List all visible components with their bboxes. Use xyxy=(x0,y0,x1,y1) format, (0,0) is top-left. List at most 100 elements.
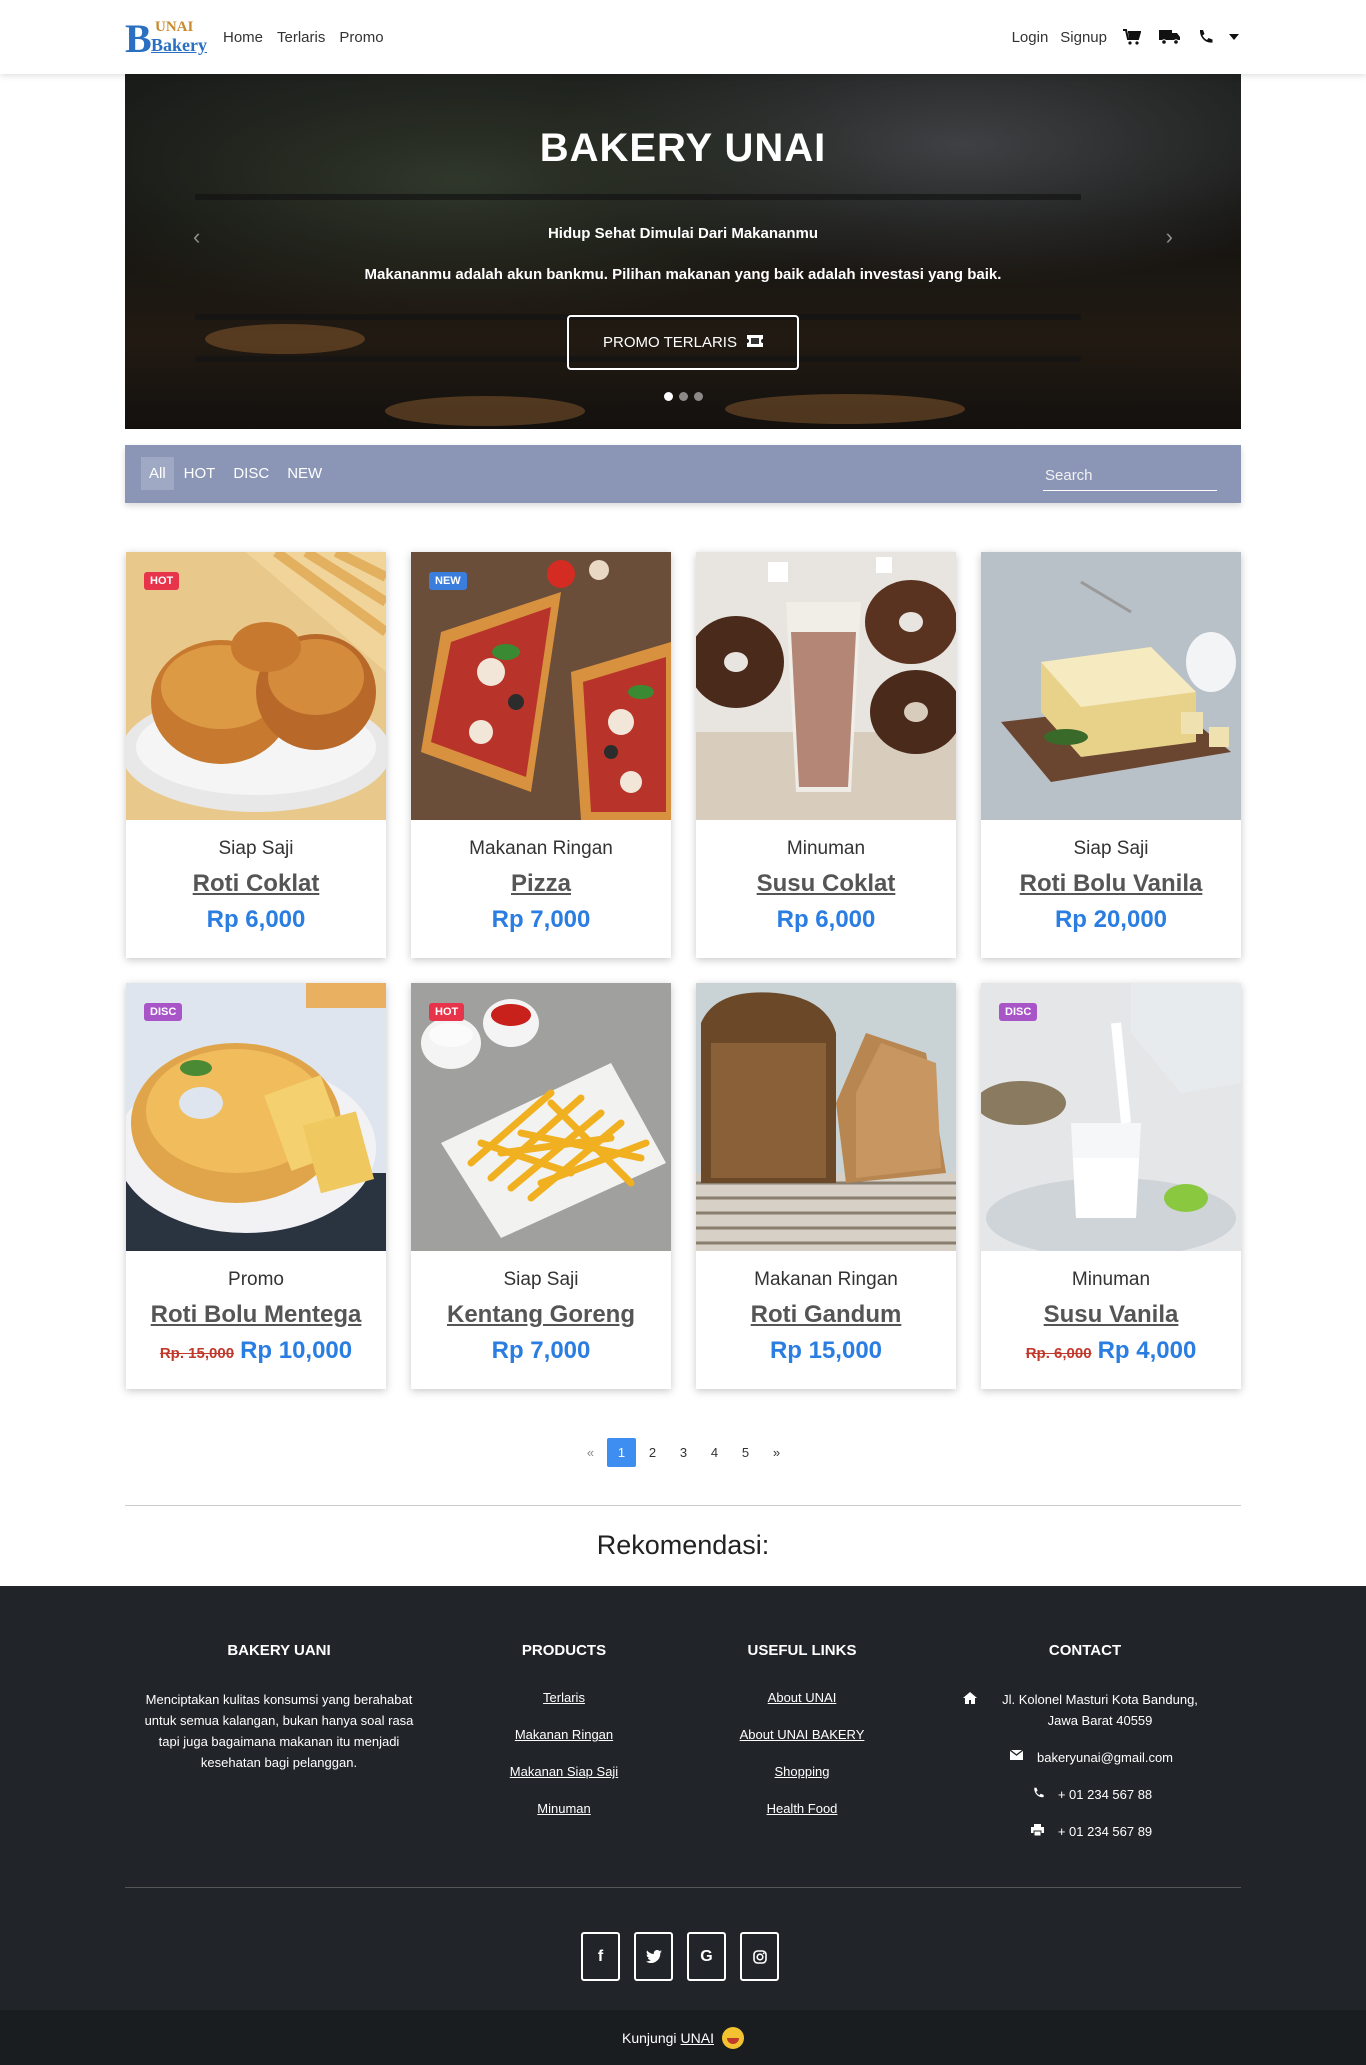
product-card[interactable]: HOT Siap Saji Kentang Goreng Rp 7,000 xyxy=(411,983,671,1389)
filter-tab-hot[interactable]: HOT xyxy=(176,457,224,490)
nav-link-promo[interactable]: Promo xyxy=(339,29,383,46)
carousel-next-arrow[interactable]: › xyxy=(1166,224,1173,250)
hero-subtitle: Hidup Sehat Dimulai Dari Makananmu xyxy=(547,225,819,242)
login-link[interactable]: Login xyxy=(1012,29,1049,46)
pagination-page[interactable]: 5 xyxy=(731,1438,760,1467)
cart-icon[interactable] xyxy=(1119,27,1145,47)
product-image-vanilla-milk xyxy=(981,983,1241,1251)
pagination-page[interactable]: 4 xyxy=(700,1438,729,1467)
product-name-link[interactable]: Kentang Goreng xyxy=(411,1301,671,1329)
footer-link-makanan-ringan[interactable]: Makanan Ringan xyxy=(484,1726,644,1743)
brand-logo[interactable]: B UNAI Bakery xyxy=(125,15,207,61)
product-card[interactable]: DISC Promo Roti Bolu Mentega Rp. 15,000 R… xyxy=(126,983,386,1389)
promo-terlaris-button[interactable]: PROMO TERLARIS xyxy=(567,315,799,370)
product-image-vanilla-cake xyxy=(981,552,1241,820)
pagination-prev[interactable]: « xyxy=(576,1438,605,1467)
contact-address-text: Jl. Kolonel Masturi Kota Bandung, Jawa B… xyxy=(1002,1692,1198,1728)
carousel-indicators xyxy=(125,392,1241,401)
footer-link-about-unai[interactable]: About UNAI xyxy=(712,1689,892,1706)
copyright-unai-link[interactable]: UNAI xyxy=(681,2030,714,2046)
search-input[interactable] xyxy=(1043,461,1217,491)
status-badge: DISC xyxy=(999,1003,1038,1021)
carousel-dot[interactable] xyxy=(693,392,703,401)
product-price: Rp. 15,000 Rp 10,000 xyxy=(126,1337,386,1365)
logo-text-main: Bakery xyxy=(151,35,207,55)
carousel-dot[interactable] xyxy=(678,392,688,401)
footer-link-about-unai-bakery[interactable]: About UNAI BAKERY xyxy=(712,1726,892,1743)
product-image-wheat-bread xyxy=(696,983,956,1251)
instagram-icon[interactable] xyxy=(740,1932,779,1981)
product-card[interactable]: HOT Siap Saji Roti Coklat Rp 6,000 xyxy=(126,552,386,958)
footer-divider xyxy=(125,1887,1241,1888)
pagination-page[interactable]: 2 xyxy=(638,1438,667,1467)
product-category: Makanan Ringan xyxy=(754,1269,898,1290)
filter-tab-all[interactable]: All xyxy=(141,457,174,490)
product-name-link[interactable]: Pizza xyxy=(411,870,671,898)
contact-email-text[interactable]: bakeryunai@gmail.com xyxy=(1037,1747,1173,1768)
product-image-chocolate-milk xyxy=(696,552,956,820)
footer-link-shopping[interactable]: Shopping xyxy=(712,1763,892,1780)
product-category: Siap Saji xyxy=(503,1269,579,1290)
product-name-link[interactable]: Roti Bolu Mentega xyxy=(126,1301,386,1329)
product-card[interactable]: Minuman Susu Coklat Rp 6,000 xyxy=(696,552,956,958)
footer-link-minuman[interactable]: Minuman xyxy=(484,1800,644,1817)
contact-fax-text: + 01 234 567 89 xyxy=(1057,1824,1153,1839)
status-badge: DISC xyxy=(144,1003,183,1021)
hero-title: BAKERY UNAI xyxy=(539,126,827,170)
truck-icon[interactable] xyxy=(1157,27,1183,47)
product-card[interactable]: Makanan Ringan Roti Gandum Rp 15,000 xyxy=(696,983,956,1389)
footer-link-health-food[interactable]: Health Food xyxy=(712,1800,892,1817)
caret-down-icon[interactable] xyxy=(1227,27,1241,47)
signup-link[interactable]: Signup xyxy=(1060,29,1107,46)
product-card[interactable]: DISC Minuman Susu Vanila Rp. 6,000 Rp 4,0… xyxy=(981,983,1241,1389)
twitter-icon[interactable] xyxy=(634,1932,673,1981)
product-image-bread-rolls xyxy=(126,552,386,820)
footer-link-makanan-siap-saji[interactable]: Makanan Siap Saji xyxy=(484,1763,644,1780)
home-icon xyxy=(950,1689,990,1731)
product-name-link[interactable]: Susu Vanila xyxy=(981,1301,1241,1329)
product-category: Siap Saji xyxy=(1073,838,1149,859)
product-price: Rp 6,000 xyxy=(126,906,386,934)
product-image-butter-cake xyxy=(126,983,386,1251)
nav-link-home[interactable]: Home xyxy=(223,29,263,46)
product-price-value: Rp 10,000 xyxy=(240,1337,353,1364)
product-name-link[interactable]: Susu Coklat xyxy=(696,870,956,898)
facebook-icon[interactable]: f xyxy=(581,1932,620,1981)
product-card[interactable]: NEW Makanan Ringan Pizza Rp 7,000 xyxy=(411,552,671,958)
footer-about: BAKERY UANI Menciptakan kulitas konsumsi… xyxy=(143,1642,415,1773)
product-name-link[interactable]: Roti Gandum xyxy=(696,1301,956,1329)
pagination-page[interactable]: 1 xyxy=(607,1438,636,1467)
hero-bg-bread xyxy=(205,324,365,354)
contact-phone-text: + 01 234 567 88 xyxy=(1057,1787,1153,1802)
product-card[interactable]: Siap Saji Roti Bolu Vanila Rp 20,000 xyxy=(981,552,1241,958)
copyright-bar: Kunjungi UNAI xyxy=(0,2010,1366,2065)
product-price: Rp 7,000 xyxy=(411,906,671,934)
product-name-link[interactable]: Roti Coklat xyxy=(126,870,386,898)
product-image-french-fries xyxy=(411,983,671,1251)
carousel-dot[interactable] xyxy=(663,392,673,401)
social-links: f G xyxy=(581,1932,779,1981)
footer-link-terlaris[interactable]: Terlaris xyxy=(484,1689,644,1706)
hero-tagline: Makananmu adalah akun bankmu. Pilihan ma… xyxy=(364,266,1002,283)
nav-link-terlaris[interactable]: Terlaris xyxy=(277,29,325,46)
google-icon[interactable]: G xyxy=(687,1932,726,1981)
phone-icon[interactable] xyxy=(1195,27,1215,47)
hero-bg-shelf xyxy=(195,194,1081,200)
footer-about-text: Menciptakan kulitas konsumsi yang beraha… xyxy=(144,1692,414,1770)
carousel-prev-arrow[interactable]: ‹ xyxy=(193,224,200,250)
pagination-page[interactable]: 3 xyxy=(669,1438,698,1467)
product-image-pizza xyxy=(411,552,671,820)
filter-bar: All HOT DISC NEW xyxy=(125,445,1241,503)
contact-email: bakeryunai@gmail.com xyxy=(950,1747,1220,1768)
pagination: « 1 2 3 4 5 » xyxy=(576,1438,791,1467)
pagination-next[interactable]: » xyxy=(762,1438,791,1467)
footer-products: PRODUCTS Terlaris Makanan Ringan Makanan… xyxy=(484,1642,644,1837)
recommendation-title: Rekomendasi: xyxy=(596,1530,770,1560)
product-category: Minuman xyxy=(786,838,866,859)
logo-letter: B xyxy=(125,16,152,61)
phone-icon xyxy=(1018,1784,1058,1805)
product-name-link[interactable]: Roti Bolu Vanila xyxy=(981,870,1241,898)
product-category: Siap Saji xyxy=(218,838,294,859)
filter-tab-disc[interactable]: DISC xyxy=(225,457,277,490)
filter-tab-new[interactable]: NEW xyxy=(279,457,330,490)
